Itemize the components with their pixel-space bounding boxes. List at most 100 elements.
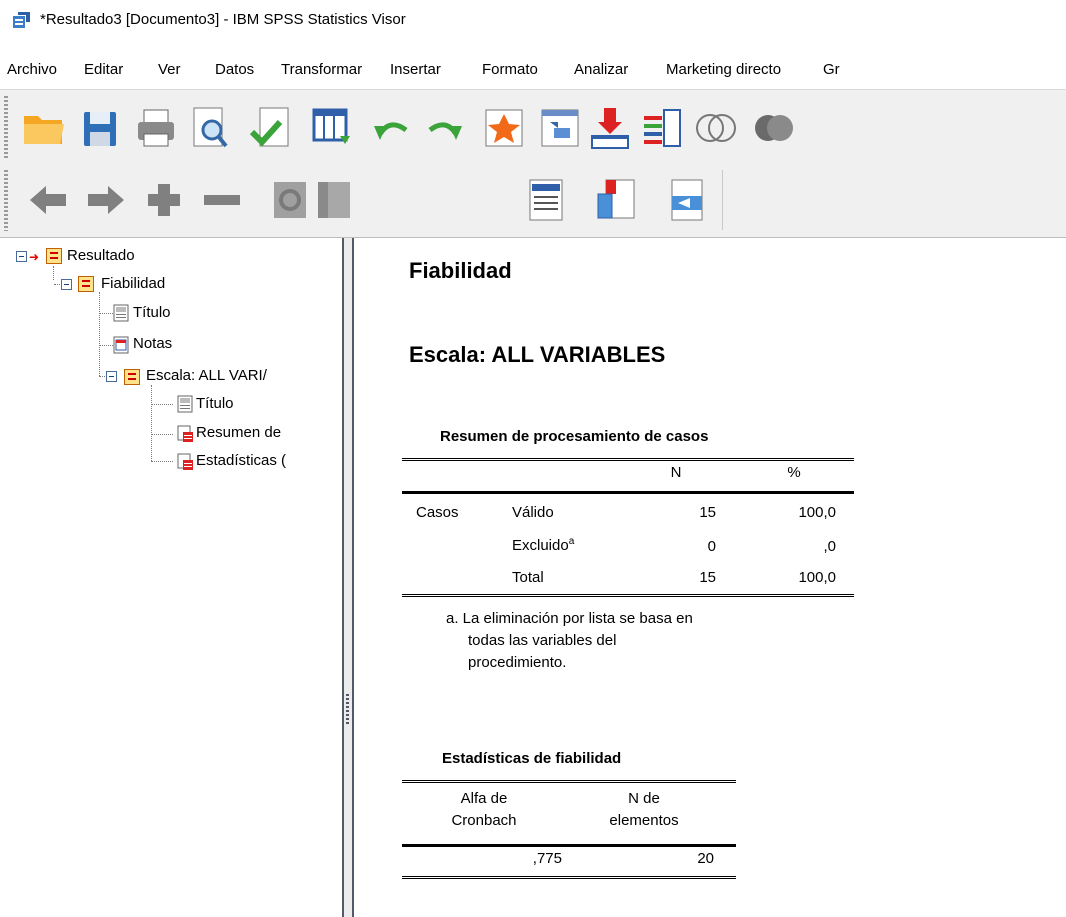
title-bar: *Resultado3 [Documento3] - IBM SPSS Stat… [0,0,1066,40]
table1-cell-n: 15 [699,569,716,586]
hide-icon[interactable] [310,176,358,224]
outline-titulo-2[interactable]: Título [196,395,234,412]
outline-titulo-1[interactable]: Título [133,304,171,321]
table1-cell-pct: 100,0 [798,504,836,521]
output-book-icon [46,248,62,264]
outline-root[interactable]: Resultado [67,247,135,264]
goto-data-icon[interactable] [308,104,356,152]
collapse-icon[interactable] [198,176,246,224]
window-title: *Resultado3 [Documento3] - IBM SPSS Stat… [40,11,406,28]
table1-row-label: Excluidoa [512,536,575,554]
print-preview-icon[interactable] [186,104,234,152]
table-rule [402,594,854,597]
splitter-grip[interactable] [346,694,349,724]
main-toolbar [0,89,1066,165]
table-rule [402,844,736,847]
goto-case-icon[interactable] [480,104,528,152]
print-icon[interactable] [132,104,180,152]
menu-marketing-directo[interactable]: Marketing directo [666,61,781,78]
scale-book-icon [124,369,140,385]
outline-estadisticas[interactable]: Estadísticas ( [196,452,286,469]
table-rule [402,458,854,461]
tree-line [151,404,173,405]
venn-icon[interactable] [692,104,740,152]
tree-line [151,434,173,435]
tree-line [151,385,152,461]
toolbar-grip[interactable] [4,96,8,158]
outline-fiabilidad[interactable]: Fiabilidad [101,275,165,292]
output-heading: Fiabilidad [409,258,512,283]
menu-formato[interactable]: Formato [482,61,538,78]
table1-row-label: Válido [512,504,554,521]
expand-icon[interactable] [140,176,188,224]
title-page-icon [177,395,193,413]
collapse-section-icon[interactable] [61,279,72,290]
tree-line [99,313,113,314]
header-line: elementos [609,812,679,829]
tree-line [99,292,100,376]
save-icon[interactable] [76,104,124,152]
venn-dark-icon[interactable] [750,104,798,152]
forward-icon[interactable] [82,176,130,224]
insert-cases-icon[interactable] [586,104,634,152]
outline-escala[interactable]: Escala: ALL VARI/ [146,367,267,384]
table1-row-label: Total [512,569,544,586]
table-page-icon [177,453,193,470]
menu-insertar[interactable]: Insertar [390,61,441,78]
table2-cell-alpha: ,775 [532,850,562,867]
variables-icon[interactable] [638,104,686,152]
toolbar-separator [722,170,723,230]
footnote-marker: a [568,536,575,547]
menu-analizar[interactable]: Analizar [574,61,628,78]
back-icon[interactable] [24,176,72,224]
section-book-icon [78,276,94,292]
header-line: N de [628,790,660,807]
footnote-line: todas las variables del [468,632,617,649]
menu-archivo[interactable]: Archivo [7,61,57,78]
insert-heading-icon[interactable] [522,176,570,224]
tree-line [151,461,173,462]
arrow-icon: ➜ [29,250,40,264]
goto-variable-icon[interactable] [536,104,584,152]
redo-icon[interactable] [422,104,470,152]
pane-splitter[interactable] [342,238,354,917]
collapse-root-icon[interactable] [16,251,27,262]
notes-page-icon [113,336,129,354]
table1-title: Resumen de procesamiento de casos [440,428,709,445]
table-rule [402,876,736,879]
table2-col-nitems: N de elementos [584,788,704,832]
table-rule [402,780,736,783]
outline-resumen[interactable]: Resumen de [196,424,281,441]
footnote-line: procedimiento. [468,654,567,671]
table-page-icon [177,425,193,442]
title-page-icon [113,304,129,322]
output-pane: Fiabilidad Escala: ALL VARIABLES Resumen… [354,238,1066,917]
header-line: Alfa de [460,790,508,807]
tree-line [53,266,54,280]
insert-text-icon[interactable] [662,176,710,224]
spss-app-icon [13,12,30,28]
export-icon[interactable] [246,104,294,152]
menu-datos[interactable]: Datos [215,61,254,78]
open-icon[interactable] [20,104,68,152]
menu-editar[interactable]: Editar [84,61,123,78]
table1-cell-n: 15 [699,504,716,521]
outline-pane: ➜ Resultado Fiabilidad Título Notas Esca… [0,238,342,917]
footnote-line: a. La eliminación por lista se basa en [446,610,693,627]
header-line: Cronbach [451,812,517,829]
table-rule [402,491,854,494]
table1-col-pct: % [787,464,801,481]
tree-line [99,345,113,346]
insert-title-icon[interactable] [592,176,640,224]
menu-bar: Archivo Editar Ver Datos Transformar Ins… [0,56,1066,88]
outline-notas[interactable]: Notas [133,335,172,352]
menu-ver[interactable]: Ver [158,61,181,78]
menu-transformar[interactable]: Transformar [281,61,362,78]
table2-cell-nitems: 20 [697,850,714,867]
undo-icon[interactable] [366,104,414,152]
table2-col-alpha: Alfa de Cronbach [424,788,544,832]
menu-graficos[interactable]: Gr [823,61,840,78]
collapse-scale-icon[interactable] [106,371,117,382]
show-icon[interactable] [266,176,314,224]
toolbar-grip[interactable] [4,170,8,231]
